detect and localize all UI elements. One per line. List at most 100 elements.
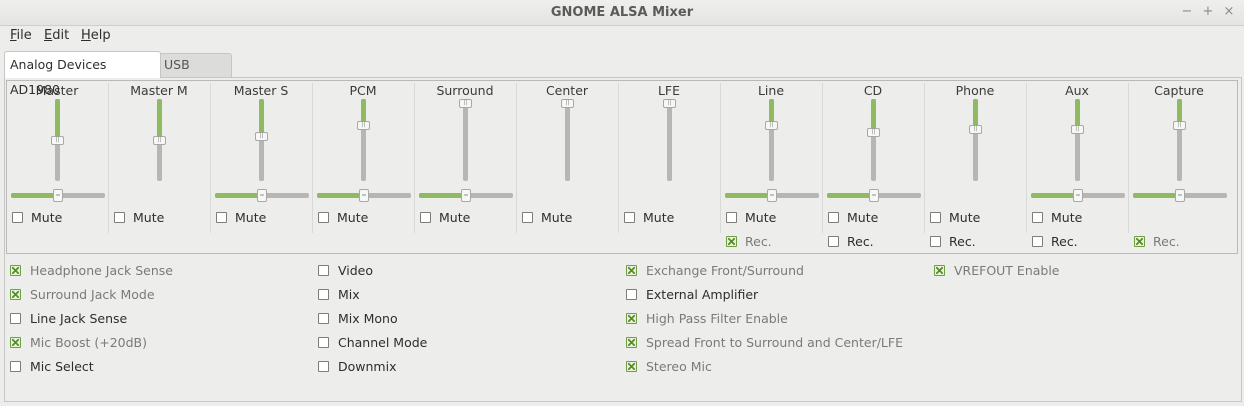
rec-checkbox[interactable]	[930, 236, 941, 247]
channel-name: PCM	[349, 83, 377, 98]
volume-slider-handle[interactable]: ||	[1173, 121, 1186, 130]
title-bar[interactable]: GNOME ALSA Mixer − + ×	[0, 0, 1244, 26]
volume-fill	[259, 99, 264, 136]
mute-checkbox[interactable]	[12, 212, 23, 223]
balance-slider[interactable]: =	[1133, 189, 1227, 202]
balance-slider-handle[interactable]: =	[767, 189, 777, 202]
channel-master-m: Master M || Mute	[109, 81, 211, 253]
balance-slider-handle[interactable]: =	[257, 189, 267, 202]
channel-name: Line	[757, 83, 785, 98]
volume-slider[interactable]: ||	[663, 99, 676, 181]
menu-help[interactable]: Help	[81, 28, 111, 43]
volume-slider[interactable]: ||	[1173, 99, 1186, 181]
menu-edit[interactable]: Edit	[44, 28, 69, 43]
volume-slider-handle[interactable]: ||	[459, 99, 472, 108]
tab-analog-devices[interactable]: Analog Devices AD1980	[4, 51, 161, 97]
volume-slider[interactable]: ||	[255, 99, 268, 181]
switch-checkbox[interactable]	[318, 337, 329, 348]
switch-checkbox[interactable]	[10, 361, 21, 372]
balance-slider[interactable]: =	[725, 189, 819, 202]
volume-slider-handle[interactable]: ||	[765, 121, 778, 130]
mute-checkbox[interactable]	[216, 212, 227, 223]
channel-name: LFE	[657, 83, 681, 98]
balance-slider[interactable]: =	[11, 189, 105, 202]
balance-slider-handle[interactable]: =	[869, 189, 879, 202]
volume-slider[interactable]: ||	[969, 99, 982, 181]
balance-slider[interactable]: =	[215, 189, 309, 202]
volume-slider[interactable]: ||	[561, 99, 574, 181]
mute-checkbox[interactable]	[726, 212, 737, 223]
volume-slider-handle[interactable]: ||	[51, 136, 64, 145]
balance-slider[interactable]: =	[419, 189, 513, 202]
volume-slider-handle[interactable]: ||	[969, 125, 982, 134]
mute-label: Mute	[643, 210, 675, 225]
tab-usb-mixer[interactable]: USB Mixer	[158, 53, 232, 94]
channel-master: Master||=Mute	[7, 81, 109, 253]
rec-checkbox[interactable]	[1134, 236, 1145, 247]
rec-checkbox[interactable]	[1032, 236, 1043, 247]
volume-slider-handle[interactable]: ||	[255, 132, 268, 141]
balance-slider-handle[interactable]: =	[359, 189, 369, 202]
rec-label: Rec.	[1153, 234, 1180, 249]
switch-checkbox[interactable]	[10, 289, 21, 300]
switch-checkbox[interactable]	[626, 337, 637, 348]
close-icon[interactable]: ×	[1221, 4, 1237, 19]
volume-slider-handle[interactable]: ||	[153, 136, 166, 145]
volume-slider[interactable]: ||	[357, 99, 370, 181]
channel-master-s: Master S || = Mute	[211, 81, 313, 253]
balance-slider-handle[interactable]: =	[53, 189, 63, 202]
minimize-icon[interactable]: −	[1179, 4, 1195, 19]
volume-slider[interactable]: ||	[765, 99, 778, 181]
menu-file[interactable]: File	[10, 28, 32, 43]
balance-slider-handle[interactable]: =	[1073, 189, 1083, 202]
mute-checkbox[interactable]	[624, 212, 635, 223]
mute-checkbox[interactable]	[1032, 212, 1043, 223]
volume-slider[interactable]: ||	[153, 99, 166, 181]
switch-label: Headphone Jack Sense	[30, 263, 173, 278]
mute-label: Mute	[133, 210, 165, 225]
volume-slider-handle[interactable]: ||	[1071, 125, 1084, 134]
volume-slider-handle[interactable]: ||	[867, 128, 880, 137]
volume-slider[interactable]: ||	[459, 99, 472, 181]
mute-checkbox[interactable]	[828, 212, 839, 223]
switch-checkbox[interactable]	[318, 289, 329, 300]
mute-checkbox[interactable]	[114, 212, 125, 223]
rec-checkbox[interactable]	[828, 236, 839, 247]
balance-slider-handle[interactable]: =	[1175, 189, 1185, 202]
switch-label: Downmix	[338, 359, 397, 374]
balance-slider[interactable]: =	[317, 189, 411, 202]
switch-checkbox[interactable]	[934, 265, 945, 276]
balance-fill	[1031, 193, 1078, 198]
balance-slider[interactable]: =	[827, 189, 921, 202]
switch-checkbox[interactable]	[10, 313, 21, 324]
volume-slider[interactable]: ||	[867, 99, 880, 181]
mute-label: Mute	[31, 210, 63, 225]
switch-checkbox[interactable]	[10, 265, 21, 276]
switch-checkbox[interactable]	[318, 265, 329, 276]
mute-checkbox[interactable]	[420, 212, 431, 223]
balance-fill	[419, 193, 466, 198]
maximize-icon[interactable]: +	[1200, 4, 1216, 19]
volume-slider-handle[interactable]: ||	[663, 99, 676, 108]
switch-label: Spread Front to Surround and Center/LFE	[646, 335, 903, 350]
switch-checkbox[interactable]	[626, 361, 637, 372]
switch-checkbox[interactable]	[318, 361, 329, 372]
mute-checkbox[interactable]	[318, 212, 329, 223]
volume-slider-handle[interactable]: ||	[357, 121, 370, 130]
switch-checkbox[interactable]	[318, 313, 329, 324]
volume-slider-handle[interactable]: ||	[561, 99, 574, 108]
switch-checkbox[interactable]	[626, 289, 637, 300]
balance-slider-handle[interactable]: =	[461, 189, 471, 202]
mute-label: Mute	[337, 210, 369, 225]
balance-slider[interactable]: =	[1031, 189, 1125, 202]
switch-checkbox[interactable]	[626, 265, 637, 276]
volume-slider[interactable]: ||	[1071, 99, 1084, 181]
mute-checkbox[interactable]	[522, 212, 533, 223]
switch-checkbox[interactable]	[626, 313, 637, 324]
mute-label: Mute	[1051, 210, 1083, 225]
rec-checkbox[interactable]	[726, 236, 737, 247]
mute-checkbox[interactable]	[930, 212, 941, 223]
switch-checkbox[interactable]	[10, 337, 21, 348]
switch-label: High Pass Filter Enable	[646, 311, 788, 326]
volume-slider[interactable]: ||	[51, 99, 64, 181]
